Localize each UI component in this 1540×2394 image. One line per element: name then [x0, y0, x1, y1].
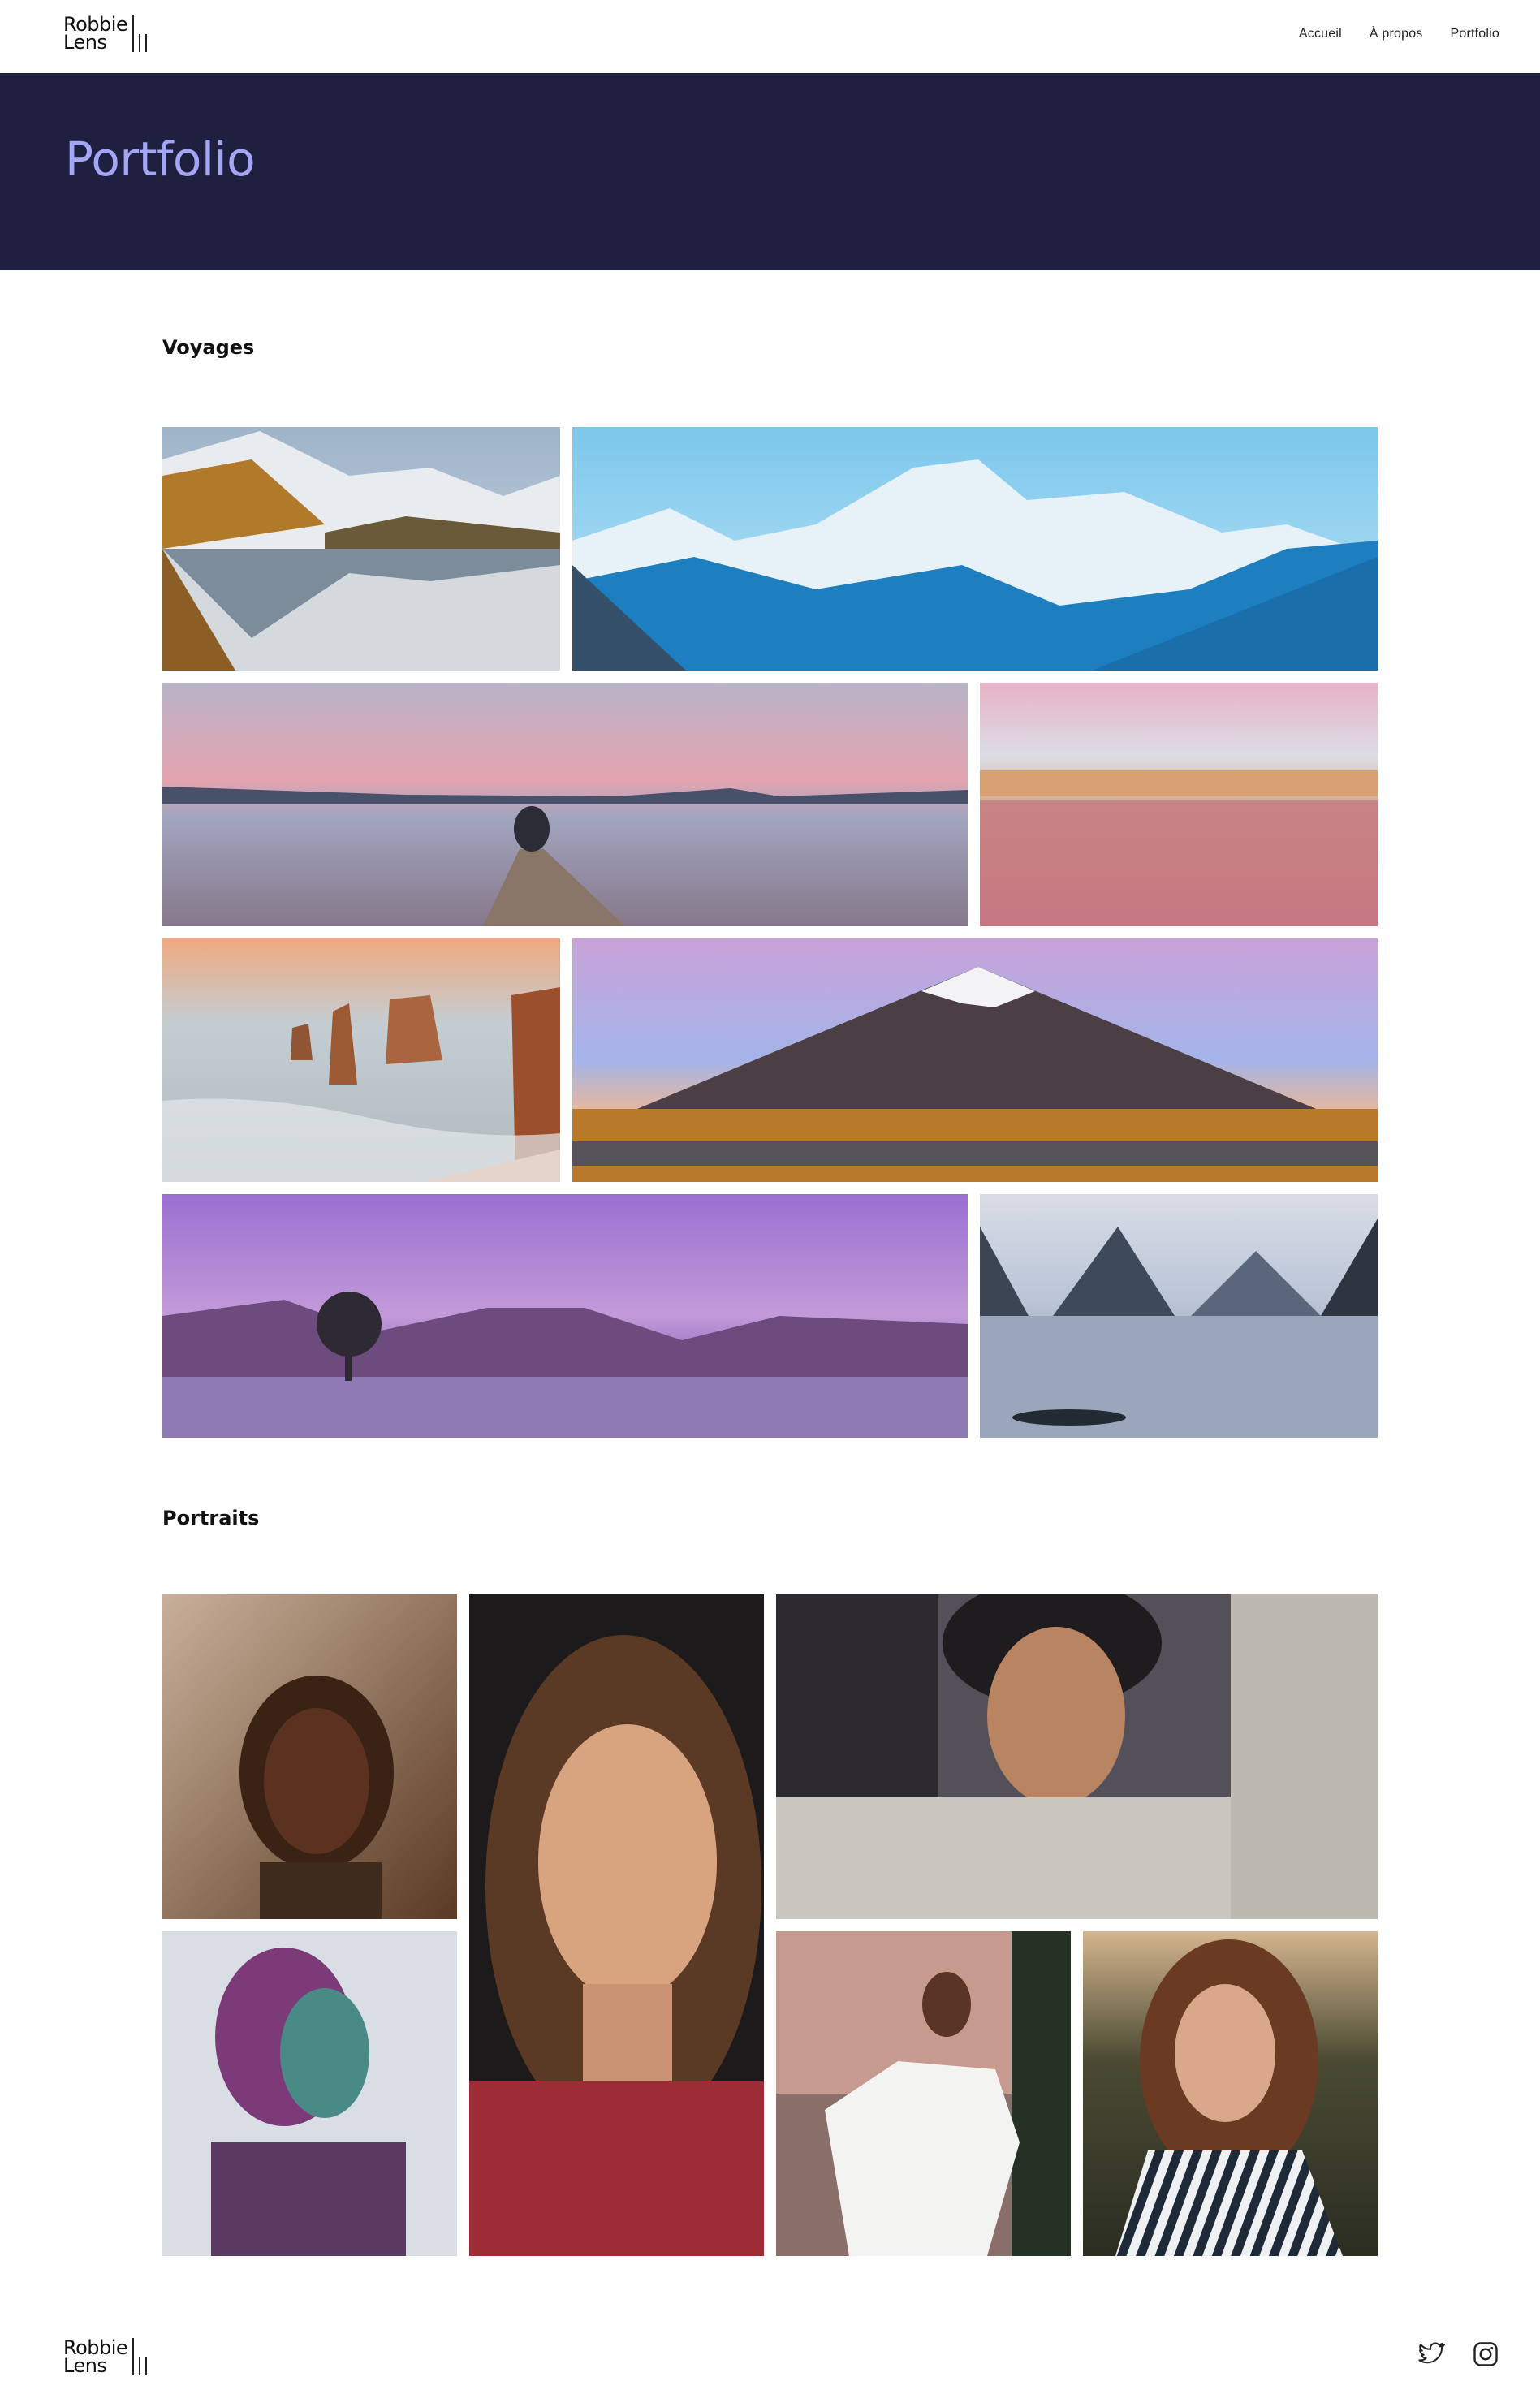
- portrait-photo-man-hat-hoodie[interactable]: [776, 1594, 1378, 1919]
- section-title-portraits: Portraits: [162, 1507, 260, 1529]
- footer-logo[interactable]: Robbie Lens: [63, 2336, 148, 2377]
- instagram-icon[interactable]: [1469, 2338, 1502, 2370]
- travel-photo-pink-beach[interactable]: [980, 683, 1378, 926]
- section-title-travel: Voyages: [162, 336, 255, 359]
- footer-logo-bars-icon: [132, 2338, 148, 2375]
- nav-link-home[interactable]: Accueil: [1299, 27, 1342, 41]
- travel-photo-lone-tree-lake[interactable]: [162, 1194, 968, 1438]
- portrait-photo-woman-white-tshirt[interactable]: [776, 1931, 1071, 2256]
- travel-photo-blue-mountain-range[interactable]: [572, 427, 1378, 671]
- logo-wordmark: Robbie Lens: [63, 13, 128, 54]
- travel-photo-snowy-mountains-lake[interactable]: [162, 427, 560, 671]
- portrait-photo-woman-striped-shirt[interactable]: [1083, 1931, 1378, 2256]
- logo-bars-icon: [132, 15, 148, 52]
- brand-logo[interactable]: Robbie Lens: [63, 13, 148, 54]
- travel-photo-fjord-peaks[interactable]: [980, 1194, 1378, 1438]
- portrait-photo-woman-hands-on-head[interactable]: [162, 1594, 457, 1919]
- travel-photo-couple-on-pier[interactable]: [162, 683, 968, 926]
- main-nav: Accueil À propos Portfolio: [1299, 27, 1499, 41]
- footer-logo-wordmark: Robbie Lens: [63, 2336, 128, 2377]
- page-title: Portfolio: [65, 132, 256, 187]
- travel-photo-coastal-rock-stacks[interactable]: [162, 938, 560, 1182]
- portrait-photo-woman-close-up[interactable]: [469, 1594, 764, 2256]
- nav-link-about[interactable]: À propos: [1370, 27, 1423, 41]
- site-header: Robbie Lens Accueil À propos Portfolio: [0, 0, 1540, 73]
- portrait-photo-woman-purple-light[interactable]: [162, 1931, 457, 2256]
- twitter-icon[interactable]: [1415, 2338, 1447, 2370]
- travel-photo-snowcapped-volcano[interactable]: [572, 938, 1378, 1182]
- nav-link-portfolio[interactable]: Portfolio: [1451, 27, 1500, 41]
- hero-banner: Portfolio: [0, 73, 1540, 270]
